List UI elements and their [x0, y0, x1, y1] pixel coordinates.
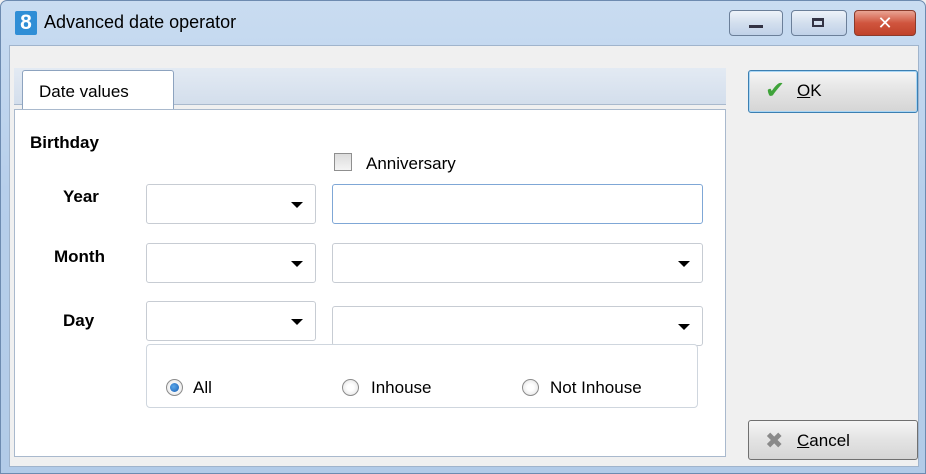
close-button[interactable]: ✕ [854, 10, 916, 36]
day-value-dropdown[interactable] [332, 306, 703, 346]
close-icon: ✕ [877, 13, 893, 33]
chevron-down-icon [678, 261, 690, 267]
minimize-button[interactable] [729, 10, 783, 36]
chevron-down-icon [291, 319, 303, 325]
year-label: Year [63, 187, 99, 206]
month-label: Month [54, 247, 105, 266]
year-operator-dropdown[interactable] [146, 184, 316, 224]
chevron-down-icon [291, 202, 303, 208]
tab-label: Date values [39, 82, 129, 101]
radio-all-label[interactable]: All [193, 378, 212, 398]
inhouse-filter-group [146, 344, 698, 408]
title-bar[interactable]: 8 Advanced date operator ✕ [1, 1, 925, 45]
tab-date-values[interactable]: Date values [22, 70, 174, 110]
anniversary-label: Anniversary [366, 154, 456, 173]
checkmark-icon: ✔ [765, 77, 786, 104]
month-operator-dropdown[interactable] [146, 243, 316, 283]
radio-inhouse-label[interactable]: Inhouse [371, 378, 432, 398]
maximize-icon [812, 18, 824, 27]
radio-all[interactable] [166, 379, 183, 396]
chevron-down-icon [291, 261, 303, 267]
minimize-icon [749, 25, 763, 28]
ok-button-label: OK [797, 81, 822, 100]
app-logo-icon: 8 [15, 11, 37, 35]
radio-inhouse[interactable] [342, 379, 359, 396]
day-operator-dropdown[interactable] [146, 301, 316, 341]
window-title: Advanced date operator [44, 12, 237, 32]
cancel-button-label: Cancel [797, 431, 850, 450]
section-heading-birthday: Birthday [30, 133, 99, 152]
day-label: Day [63, 311, 95, 330]
cancel-icon: ✖ [765, 428, 784, 453]
anniversary-checkbox[interactable] [334, 153, 352, 171]
cancel-button[interactable]: ✖ Cancel [748, 420, 918, 460]
chevron-down-icon [678, 324, 690, 330]
maximize-button[interactable] [791, 10, 847, 36]
year-value-input[interactable] [332, 184, 703, 224]
month-value-dropdown[interactable] [332, 243, 703, 283]
radio-not-inhouse-label[interactable]: Not Inhouse [550, 378, 642, 398]
radio-not-inhouse[interactable] [522, 379, 539, 396]
ok-button[interactable]: ✔ OK [748, 70, 918, 113]
